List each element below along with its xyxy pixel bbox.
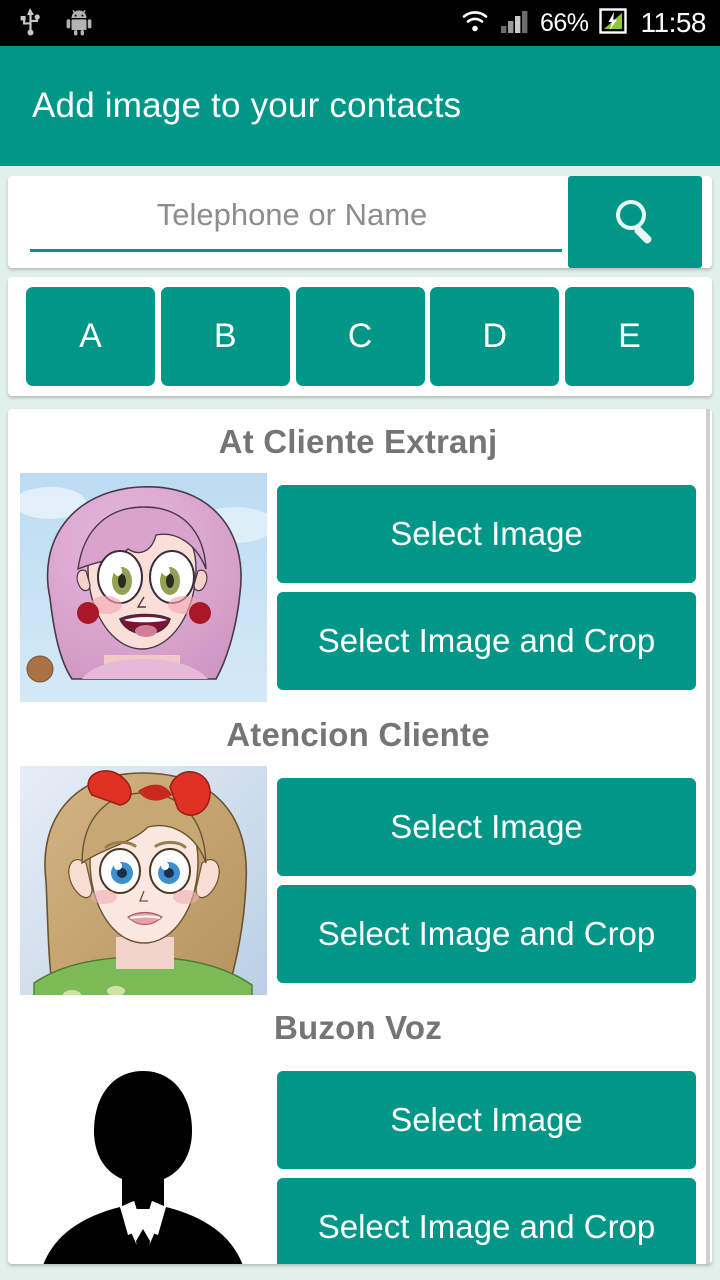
search-icon [607,193,663,252]
contact-name: Atencion Cliente [226,716,490,753]
contact-name: At Cliente Extranj [218,423,498,460]
list-scrollbar[interactable] [706,409,710,1264]
status-bar-right-icons: 66% 11:58 [460,7,706,40]
battery-percent-label: 66% [539,8,589,37]
search-underline [30,249,562,252]
contact-actions: Select Image Select Image and Crop [277,473,696,690]
search-button[interactable] [568,176,702,268]
select-image-button[interactable]: Select Image [277,485,696,583]
anime-girl-pink-hair-photo [20,473,267,702]
select-image-and-crop-button[interactable]: Select Image and Crop [277,1178,696,1264]
search-card [8,176,712,268]
alpha-button-d[interactable]: D [430,287,560,386]
alpha-button-c[interactable]: C [295,287,425,386]
contact-body: Select Image Select Image and Crop [8,766,708,995]
status-bar-left-icons [18,6,94,41]
search-field-wrapper [16,184,568,260]
contact-item: Atencion Cliente Select Image Select Ima… [8,702,708,995]
wifi-icon [460,8,490,39]
alpha-button-e[interactable]: E [565,287,694,386]
contact-actions: Select Image Select Image and Crop [277,1059,696,1264]
select-image-button[interactable]: Select Image [277,1071,696,1169]
contact-avatar[interactable] [20,766,267,995]
contact-item: Buzon Voz Select Image Select Image and … [8,995,708,1264]
contact-avatar[interactable] [20,473,267,702]
contact-item: At Cliente Extranj Select Image Select I… [8,409,708,702]
contact-body: Select Image Select Image and Crop [8,473,708,702]
android-robot-icon [64,6,94,41]
contact-avatar[interactable] [20,1059,267,1264]
status-bar: 66% 11:58 [0,0,720,46]
default-person-silhouette [20,1059,267,1264]
alphabet-filter-card: A B C D E [8,277,712,396]
select-image-and-crop-button[interactable]: Select Image and Crop [277,592,696,690]
alpha-button-b[interactable]: B [160,287,290,386]
select-image-button[interactable]: Select Image [277,778,696,876]
usb-icon [18,6,44,41]
battery-icon [598,7,627,40]
contact-name: Buzon Voz [274,1009,442,1046]
app-bar: Add image to your contacts [0,46,720,166]
page-title: Add image to your contacts [32,86,462,125]
contact-list[interactable]: At Cliente Extranj Select Image Select I… [8,409,708,1264]
alpha-button-a[interactable]: A [26,287,155,386]
contact-list-card: At Cliente Extranj Select Image Select I… [8,409,712,1264]
search-input[interactable] [30,197,554,247]
anime-elf-girl-blonde-photo [20,766,267,995]
contact-actions: Select Image Select Image and Crop [277,766,696,983]
signal-icon [500,8,530,39]
select-image-and-crop-button[interactable]: Select Image and Crop [277,885,696,983]
clock-label: 11:58 [640,7,707,38]
contact-body: Select Image Select Image and Crop [8,1059,708,1264]
